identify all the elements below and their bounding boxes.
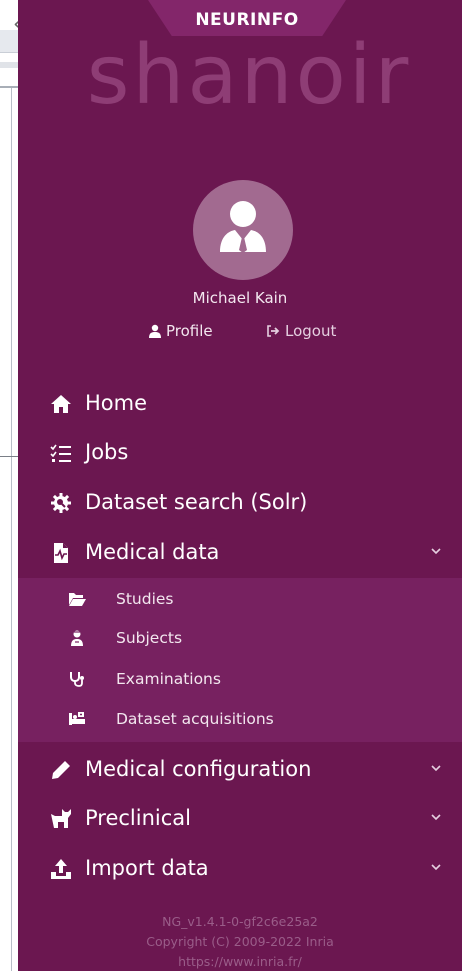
sign-out-icon — [267, 325, 280, 337]
nav-item-import-data[interactable]: Import data — [18, 845, 462, 893]
file-medical-icon — [54, 543, 68, 563]
user-injured-icon — [71, 630, 83, 646]
submenu-item-label: Subjects — [116, 629, 183, 647]
background-divider — [0, 86, 18, 88]
submenu-item-examinations[interactable]: Examinations — [18, 659, 462, 699]
chevron-down-icon — [431, 814, 441, 821]
background-border — [11, 88, 12, 971]
submenu-item-dataset-acquisitions[interactable]: Dataset acquisitions — [18, 699, 462, 739]
nav-item-label: Jobs — [85, 440, 129, 464]
submenu-item-label: Dataset acquisitions — [116, 710, 274, 728]
user-actions: Profile Logout — [18, 322, 462, 344]
nav-item-medical-data[interactable]: Medical data — [18, 529, 462, 577]
nav-item-label: Preclinical — [85, 806, 191, 830]
cat-icon — [51, 809, 71, 828]
profile-link[interactable]: Profile — [148, 322, 213, 340]
footer-copyright: Copyright (C) 2009-2022 Inria — [146, 934, 334, 949]
list-check-icon — [50, 444, 71, 462]
gear-search-icon — [51, 493, 71, 513]
upload-icon — [51, 859, 71, 879]
nav-item-label: Medical data — [85, 540, 220, 564]
footer-version: NG_v1.4.1-0-gf2c6e25a2 — [162, 914, 318, 929]
background-bar — [0, 62, 18, 68]
folder-open-icon — [69, 593, 86, 606]
avatar — [193, 180, 293, 280]
nav-item-jobs[interactable]: Jobs — [18, 429, 462, 477]
footer-url[interactable]: https://www.inria.fr/ — [18, 954, 462, 969]
sidebar: NEURINFO shanoir Michael Kain Profile Lo… — [18, 0, 462, 971]
medical-data-submenu: Studies Subjects Examinations Dataset ac… — [18, 578, 462, 742]
logout-link[interactable]: Logout — [266, 322, 336, 340]
background-divider — [0, 456, 18, 457]
nav-item-label: Home — [85, 391, 148, 415]
submenu-item-label: Examinations — [116, 670, 221, 688]
logout-label: Logout — [285, 322, 337, 340]
stethoscope-icon — [70, 672, 84, 687]
shanoir-logo: shanoir — [86, 28, 412, 123]
nav-item-dataset-search[interactable]: Dataset search (Solr) — [18, 479, 462, 527]
chevron-down-icon — [431, 765, 441, 772]
nav-item-home[interactable]: Home — [18, 380, 462, 428]
user-icon — [149, 324, 161, 338]
profile-label: Profile — [166, 322, 213, 340]
nav-item-preclinical[interactable]: Preclinical — [18, 795, 462, 843]
chevron-down-icon — [431, 548, 441, 555]
pen-icon — [52, 761, 70, 779]
user-tie-icon — [220, 201, 266, 253]
nav-item-label: Dataset search (Solr) — [85, 490, 308, 514]
submenu-item-subjects[interactable]: Subjects — [18, 618, 462, 658]
background-app-strip — [0, 0, 18, 971]
user-name: Michael Kain — [192, 289, 288, 307]
nav-item-label: Import data — [85, 856, 209, 880]
procedures-icon — [69, 712, 85, 725]
home-icon — [51, 395, 71, 413]
chevron-down-icon — [431, 864, 441, 871]
submenu-item-studies[interactable]: Studies — [18, 579, 462, 619]
submenu-item-label: Studies — [116, 590, 174, 608]
nav-item-label: Medical configuration — [85, 757, 312, 781]
nav-item-medical-configuration[interactable]: Medical configuration — [18, 746, 462, 794]
